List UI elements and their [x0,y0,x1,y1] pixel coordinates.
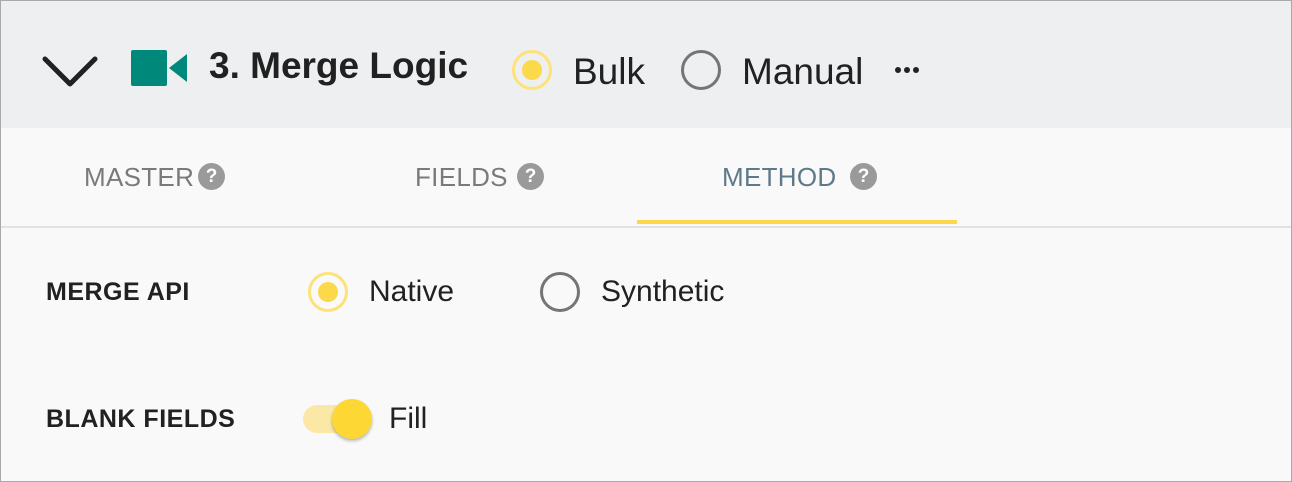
blank-fields-toggle[interactable] [301,398,377,440]
merge-api-label: MERGE API [46,278,190,306]
mode-label-manual[interactable]: Manual [742,51,863,93]
tab-master-label: MASTER [84,162,195,192]
help-icon[interactable]: ? [198,163,225,190]
video-camera-icon [131,50,187,86]
merge-logic-panel: 3. Merge Logic Bulk Manual MASTER ? FIEL… [0,0,1292,482]
mode-radio-bulk[interactable] [512,50,552,90]
merge-api-radio-synthetic[interactable] [540,272,580,312]
blank-fields-label: BLANK FIELDS [46,405,236,433]
mode-radio-manual[interactable] [681,50,721,90]
chevron-down-icon[interactable] [41,51,99,91]
toggle-thumb[interactable] [332,399,372,439]
tab-master[interactable]: MASTER ? [61,128,281,226]
merge-api-label-native[interactable]: Native [369,275,454,309]
tab-method-label: METHOD [722,162,837,192]
more-horizontal-icon[interactable] [893,67,923,75]
merge-api-label-synthetic[interactable]: Synthetic [601,275,724,309]
mode-label-bulk[interactable]: Bulk [573,51,645,93]
section-title: 3. Merge Logic [209,45,469,86]
section-header: 3. Merge Logic Bulk Manual [1,1,1291,128]
active-tab-indicator [637,220,957,224]
tab-fields-label: FIELDS [415,162,508,192]
tab-bar: MASTER ? FIELDS ? METHOD ? [1,128,1291,228]
help-icon[interactable]: ? [850,163,877,190]
merge-api-radio-native[interactable] [308,272,348,312]
tab-fields[interactable]: FIELDS ? [391,128,611,226]
tab-method[interactable]: METHOD ? [637,128,957,226]
help-icon[interactable]: ? [517,163,544,190]
blank-fields-toggle-label: Fill [389,402,428,435]
